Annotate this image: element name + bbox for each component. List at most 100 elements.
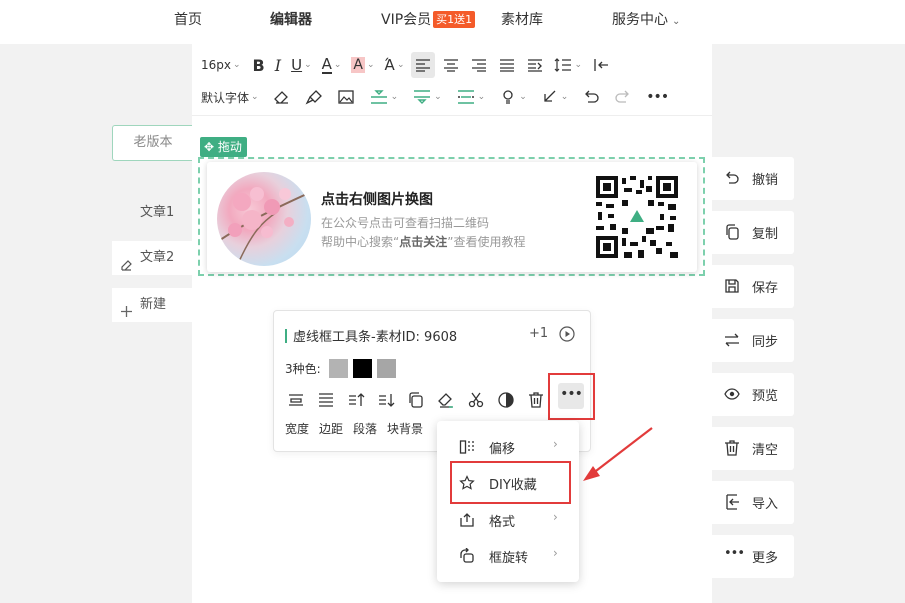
more-icon: ••• [646, 89, 669, 105]
indent-button[interactable] [523, 52, 547, 78]
align-left-button[interactable] [411, 52, 436, 78]
format-painter-button[interactable] [302, 84, 326, 110]
idea-button[interactable]: ⌄ [496, 84, 530, 110]
more-button[interactable]: ••• 更多 [712, 535, 794, 578]
font-family-select[interactable]: 默认字体 ⌄ [198, 84, 262, 110]
follow-card[interactable]: 点击右侧图片换图 在公众号点击可查看扫描二维码 帮助中心搜索“点击关注”查看使用… [207, 162, 697, 272]
qr-code-image[interactable] [596, 176, 678, 258]
import-button[interactable]: 导入 [712, 481, 794, 524]
article-1-item[interactable]: 文章1 [112, 196, 193, 230]
bg-color-button[interactable]: A ⌄ [348, 52, 377, 78]
copy-button[interactable]: 复制 [712, 211, 794, 254]
margin-tool-button[interactable] [317, 391, 337, 411]
nav-editor[interactable]: 编辑器 [270, 0, 312, 40]
align-center-button[interactable] [439, 52, 463, 78]
image-icon [337, 90, 354, 104]
import-icon [724, 494, 740, 514]
drag-handle[interactable]: ✥ 拖动 [200, 137, 247, 157]
save-icon [724, 278, 740, 298]
color-swatch-2[interactable] [353, 359, 372, 378]
contrast-tool-button[interactable] [497, 391, 517, 411]
font-color-button[interactable]: A ⌄ [319, 52, 345, 78]
nav-service[interactable]: 服务中心 ⌄ [612, 0, 680, 40]
more-tool-button[interactable]: ••• [558, 383, 584, 409]
chevron-down-icon: ⌄ [396, 60, 405, 70]
divider-button[interactable]: ⌄ [366, 84, 402, 110]
clear-button[interactable]: 清空 [712, 427, 794, 470]
paragraph-up-button[interactable] [347, 391, 367, 411]
import-label: 导入 [752, 497, 779, 512]
underline-button[interactable]: U ⌄ [288, 52, 315, 78]
format-icon [459, 512, 475, 532]
clear-format-button[interactable] [437, 391, 457, 411]
toolbar-more-button[interactable]: ••• [643, 84, 671, 110]
italic-button[interactable]: I [272, 52, 284, 78]
undo-button[interactable]: 撤销 [712, 157, 794, 200]
preview-button[interactable]: 预览 [712, 373, 794, 416]
nav-vip[interactable]: VIP会员 买1送1 [381, 0, 476, 40]
chevron-down-icon: ⌄ [519, 92, 527, 102]
exit-icon [594, 59, 609, 71]
save-label: 保存 [752, 281, 779, 296]
block-button[interactable]: ⌄ [453, 84, 489, 110]
accent-bar [285, 329, 287, 343]
justify-button[interactable] [495, 52, 519, 78]
line-height-button[interactable]: ⌄ [551, 52, 585, 78]
eraser-button[interactable] [270, 84, 294, 110]
text-effect-icon: Ά [384, 56, 395, 74]
menu-item-format[interactable]: 格式 › [437, 502, 579, 538]
plus-icon [120, 298, 133, 332]
exit-button[interactable] [589, 52, 613, 78]
article-1-label: 文章1 [140, 205, 175, 220]
color-swatch-1[interactable] [329, 359, 348, 378]
card-image[interactable] [217, 172, 311, 266]
preview-label: 预览 [752, 389, 779, 404]
like-count[interactable]: +1 [529, 326, 548, 341]
spacing-button[interactable]: ⌄ [409, 84, 445, 110]
color-swatch-3[interactable] [377, 359, 396, 378]
card-subtitle-1: 在公众号点击可查看扫描二维码 [321, 216, 490, 230]
save-button[interactable]: 保存 [712, 265, 794, 308]
cut-tool-button[interactable] [467, 391, 487, 411]
underline-icon: U [291, 56, 303, 74]
copy-icon [724, 224, 740, 244]
play-icon[interactable] [559, 326, 575, 346]
redo-toolbar-button[interactable] [611, 84, 635, 110]
chevron-down-icon: ⌄ [367, 60, 375, 70]
width-tool-button[interactable] [287, 391, 307, 411]
chevron-down-icon: ⌄ [304, 60, 312, 70]
old-version-button[interactable]: 老版本 [112, 125, 193, 161]
card-subtitle-2-keyword: 点击关注 [399, 235, 448, 249]
chevron-down-icon: ⌄ [560, 92, 569, 102]
copy-tool-button[interactable] [407, 391, 427, 411]
article-2-item[interactable]: 文章2 [112, 241, 193, 275]
diy-favorite-highlight [450, 461, 571, 504]
justify-icon [500, 59, 515, 72]
chevron-right-icon: › [553, 437, 558, 451]
tool-label-paragraph[interactable]: 段落 [353, 422, 377, 436]
delete-tool-button[interactable] [527, 391, 547, 411]
nav-home[interactable]: 首页 [174, 0, 202, 40]
tool-label-margin[interactable]: 边距 [319, 422, 343, 436]
text-effect-button[interactable]: Ά ⌄ [382, 52, 408, 78]
chevron-right-icon: › [553, 510, 558, 524]
tool-label-background[interactable]: 块背景 [387, 422, 423, 436]
align-right-button[interactable] [467, 52, 491, 78]
menu-item-rotate[interactable]: 框旋转 › [437, 538, 579, 574]
nav-materials[interactable]: 素材库 [501, 0, 543, 40]
sync-button[interactable]: 同步 [712, 319, 794, 362]
align-center-icon [444, 59, 459, 72]
undo-toolbar-button[interactable] [579, 84, 603, 110]
paragraph-down-button[interactable] [377, 391, 397, 411]
arrow-tool-button[interactable]: ⌄ [538, 84, 572, 110]
image-button[interactable] [334, 84, 358, 110]
new-article-button[interactable]: 新建 [112, 288, 193, 322]
bold-button[interactable]: B [250, 52, 268, 78]
tool-panel-title: 虚线框工具条-素材ID: 9608 [293, 330, 458, 345]
tool-label-width[interactable]: 宽度 [285, 422, 309, 436]
eraser-icon [273, 91, 288, 104]
article-2-label: 文章2 [140, 250, 175, 265]
menu-item-offset[interactable]: 偏移 › [437, 429, 579, 465]
more-highlight: ••• [548, 373, 595, 420]
font-size-select[interactable]: 16px ⌄ [198, 52, 244, 78]
